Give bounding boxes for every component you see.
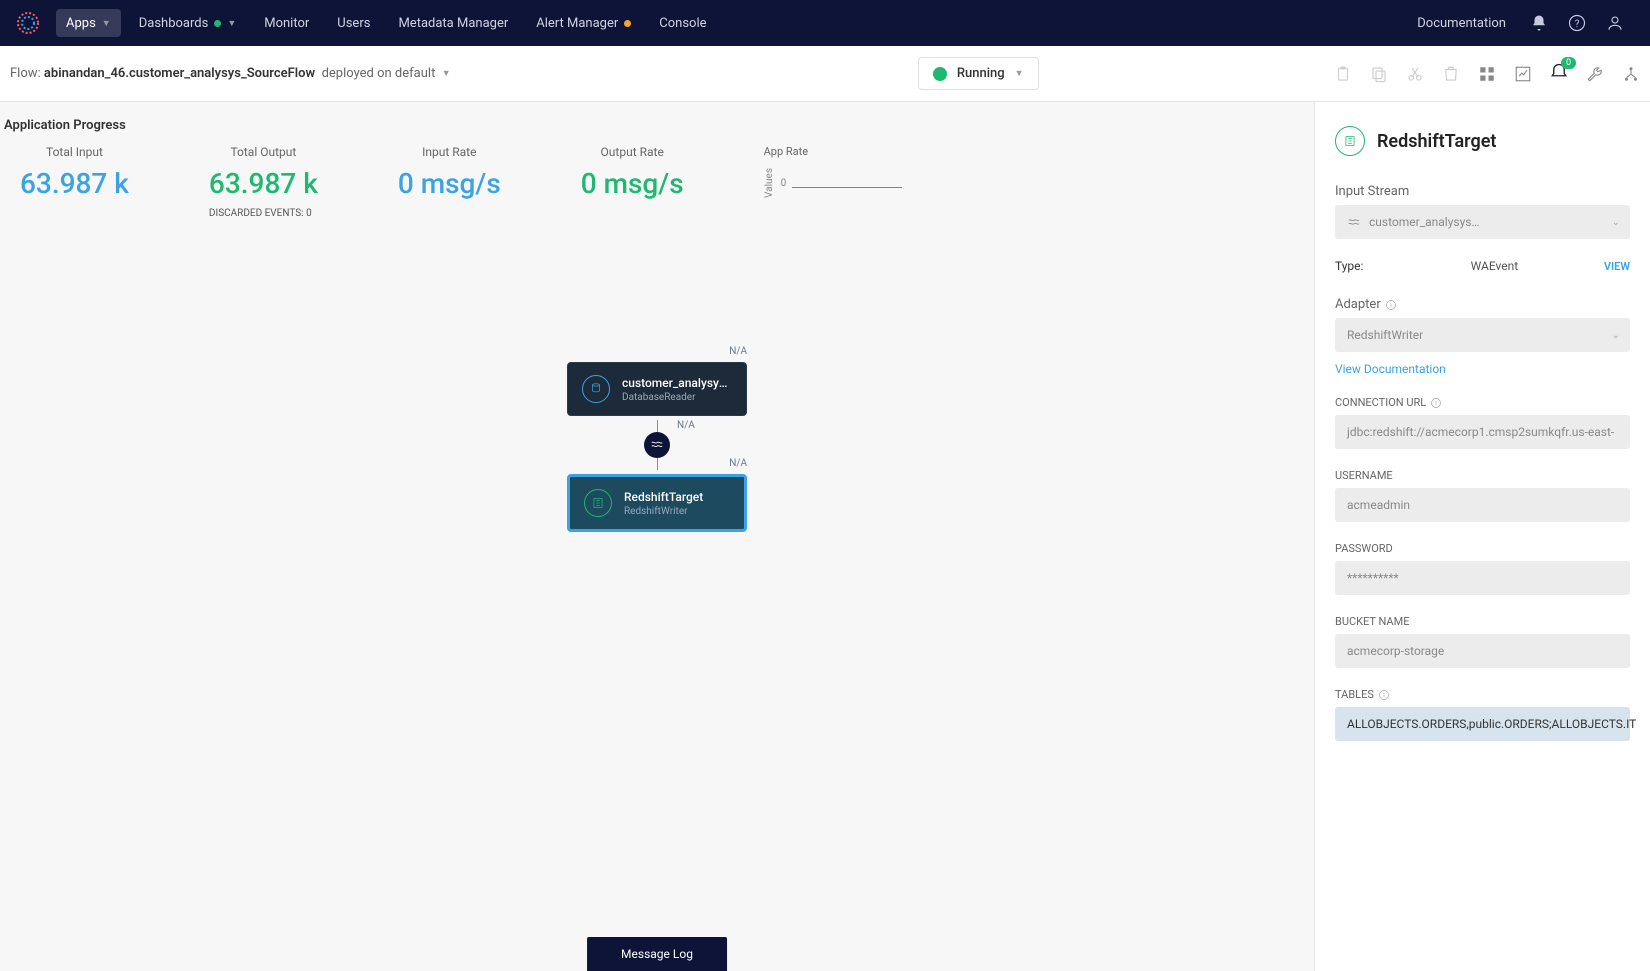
user-icon[interactable] [1606, 14, 1624, 32]
env-label: default [395, 66, 435, 81]
username-label: USERNAME [1335, 469, 1630, 482]
tables-field[interactable]: ALLOBJECTS.ORDERS,public.ORDERS;ALLOBJEC… [1335, 707, 1630, 741]
metric-total-input: Total Input 63.987 k [20, 145, 129, 200]
bucket-field[interactable]: acmecorp-storage [1335, 634, 1630, 668]
svg-text:i: i [1383, 693, 1385, 699]
status-chip[interactable]: Running ▼ [918, 57, 1039, 90]
env-caret[interactable]: ▼ [442, 68, 451, 79]
panel-target-icon [1335, 126, 1365, 156]
target-icon [584, 489, 612, 517]
tables-label: TABLESi [1335, 688, 1630, 701]
target-node[interactable]: RedshiftTargetRedshiftWriter [567, 474, 747, 532]
adapter-select[interactable]: RedshiftWriter⌄ [1335, 318, 1630, 352]
svg-text:i: i [1435, 401, 1437, 407]
top-nav: Apps▼ Dashboards▼ Monitor Users Metadata… [0, 0, 1650, 46]
svg-text:i: i [1390, 303, 1391, 309]
flow-graph: N/A customer_analysys…DatabaseReader N/A… [567, 362, 747, 532]
cut-icon[interactable] [1406, 65, 1424, 83]
stream-icon[interactable] [644, 432, 670, 458]
nav-dashboards[interactable]: Dashboards▼ [125, 0, 251, 46]
nav-console[interactable]: Console [645, 0, 720, 46]
trash-icon[interactable] [1442, 65, 1460, 83]
nav-metadata[interactable]: Metadata Manager [384, 0, 522, 46]
panel-title: RedshiftTarget [1377, 131, 1496, 152]
message-log-button[interactable]: Message Log [587, 937, 727, 971]
flow-toolbar: 0 [1334, 63, 1640, 85]
wrench-icon[interactable] [1586, 65, 1604, 83]
app-rate-chart: App Rate Values 0 [764, 145, 903, 198]
connector-label: N/A [677, 420, 695, 431]
metric-total-output: Total Output 63.987 k DISCARDED EVENTS: … [209, 145, 318, 219]
input-stream-label: Input Stream [1335, 184, 1630, 199]
nav-monitor[interactable]: Monitor [250, 0, 323, 46]
conn-url-label: CONNECTION URLi [1335, 396, 1630, 409]
hierarchy-icon[interactable] [1622, 65, 1640, 83]
info-icon[interactable]: i [1430, 397, 1442, 409]
copy-icon[interactable] [1370, 65, 1388, 83]
side-panel: RedshiftTarget Input Stream customer_ana… [1314, 102, 1650, 971]
nav-alert[interactable]: Alert Manager [522, 0, 645, 46]
deployed-label: deployed on [322, 66, 392, 81]
conn-url-field[interactable]: jdbc:redshift://acmecorp1.cmsp2sumkqfr.u… [1335, 415, 1630, 449]
source-na: N/A [729, 346, 747, 357]
bucket-label: BUCKET NAME [1335, 615, 1630, 628]
flow-path[interactable]: abinandan_46.customer_analysys_SourceFlo… [44, 66, 315, 81]
help-icon[interactable]: ? [1568, 14, 1586, 32]
type-label: Type: [1335, 259, 1385, 273]
username-field[interactable]: acmeadmin [1335, 488, 1630, 522]
chart-icon[interactable] [1514, 65, 1532, 83]
view-link[interactable]: VIEW [1604, 260, 1630, 273]
canvas[interactable]: Application Progress Total Input 63.987 … [0, 102, 1314, 971]
nav-documentation[interactable]: Documentation [1403, 0, 1520, 46]
adapter-label: Adapteri [1335, 297, 1630, 312]
input-stream-select[interactable]: customer_analysys… ⌄ [1335, 205, 1630, 239]
metric-input-rate: Input Rate 0 msg/s [398, 145, 501, 200]
database-icon [582, 375, 610, 403]
bell-icon[interactable] [1530, 14, 1548, 32]
app-logo [16, 11, 40, 35]
nav-users[interactable]: Users [323, 0, 384, 46]
svg-text:?: ? [1575, 19, 1580, 30]
status-dot-icon [933, 67, 947, 81]
type-value: WAEvent [1385, 259, 1604, 273]
flow-prefix: Flow: [10, 66, 41, 81]
target-na: N/A [729, 458, 747, 469]
progress-title: Application Progress [0, 118, 1314, 133]
flow-bar: Flow: abinandan_46.customer_analysys_Sou… [0, 46, 1650, 102]
password-label: PASSWORD [1335, 542, 1630, 555]
flow-connector: N/A [567, 420, 747, 470]
password-field[interactable]: ********** [1335, 561, 1630, 595]
grid-icon[interactable] [1478, 65, 1496, 83]
view-documentation-link[interactable]: View Documentation [1335, 362, 1630, 376]
nav-apps[interactable]: Apps▼ [56, 9, 121, 37]
info-icon[interactable]: i [1378, 689, 1390, 701]
notification-badge[interactable]: 0 [1550, 63, 1568, 85]
paste-icon[interactable] [1334, 65, 1352, 83]
info-icon[interactable]: i [1385, 299, 1397, 311]
metric-output-rate: Output Rate 0 msg/s [581, 145, 684, 200]
source-node[interactable]: customer_analysys…DatabaseReader [567, 362, 747, 416]
status-text: Running [957, 66, 1005, 81]
